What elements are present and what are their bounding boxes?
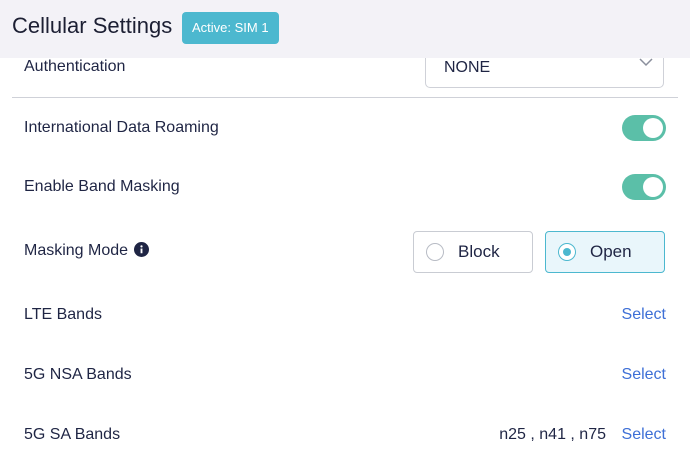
- radio-circle: [558, 243, 576, 261]
- toggle-knob: [643, 177, 663, 197]
- 5g-sa-bands-values: n25 , n41 , n75: [499, 426, 606, 443]
- lte-bands-label: LTE Bands: [24, 306, 102, 323]
- band-masking-label: Enable Band Masking: [24, 178, 180, 195]
- international-roaming-toggle[interactable]: [622, 115, 666, 141]
- international-roaming-label: International Data Roaming: [24, 119, 219, 136]
- 5g-nsa-bands-label: 5G NSA Bands: [24, 366, 132, 383]
- cellular-settings-page: Cellular Settings Active: SIM 1 Authenti…: [0, 0, 690, 458]
- authentication-label: Authentication: [24, 58, 126, 75]
- international-roaming-row: International Data Roaming: [0, 108, 690, 148]
- chevron-down-icon: [639, 58, 653, 67]
- 5g-sa-bands-label: 5G SA Bands: [24, 426, 121, 443]
- page-title: Cellular Settings: [12, 13, 173, 38]
- 5g-sa-bands-select-link[interactable]: Select: [622, 415, 666, 455]
- band-masking-toggle[interactable]: [622, 174, 666, 200]
- radio-circle: [426, 243, 444, 261]
- masking-mode-block-label: Block: [458, 242, 500, 261]
- lte-bands-select-link[interactable]: Select: [622, 295, 666, 335]
- masking-mode-open-label: Open: [590, 242, 632, 261]
- active-sim-badge: Active: SIM 1: [182, 12, 279, 44]
- info-icon[interactable]: [134, 242, 150, 257]
- masking-mode-block-option[interactable]: Block: [413, 231, 533, 273]
- radio-dot: [563, 248, 571, 256]
- authentication-select-value: NONE: [444, 59, 491, 76]
- toggle-knob: [643, 118, 663, 138]
- lte-bands-row: LTE Bands Select: [0, 295, 690, 335]
- masking-mode-row: Masking Mode Block Open: [0, 231, 690, 273]
- section-divider: [12, 97, 678, 98]
- 5g-nsa-bands-select-link[interactable]: Select: [622, 355, 666, 395]
- band-masking-row: Enable Band Masking: [0, 167, 690, 207]
- 5g-nsa-bands-row: 5G NSA Bands Select: [0, 355, 690, 395]
- 5g-sa-bands-row: 5G SA Bands n25 , n41 , n75 Select: [0, 415, 690, 455]
- masking-mode-open-option[interactable]: Open: [545, 231, 665, 273]
- masking-mode-label: Masking Mode: [24, 242, 129, 259]
- page-header: Cellular Settings Active: SIM 1: [0, 0, 690, 58]
- masking-mode-label-wrap: Masking Mode: [24, 231, 150, 271]
